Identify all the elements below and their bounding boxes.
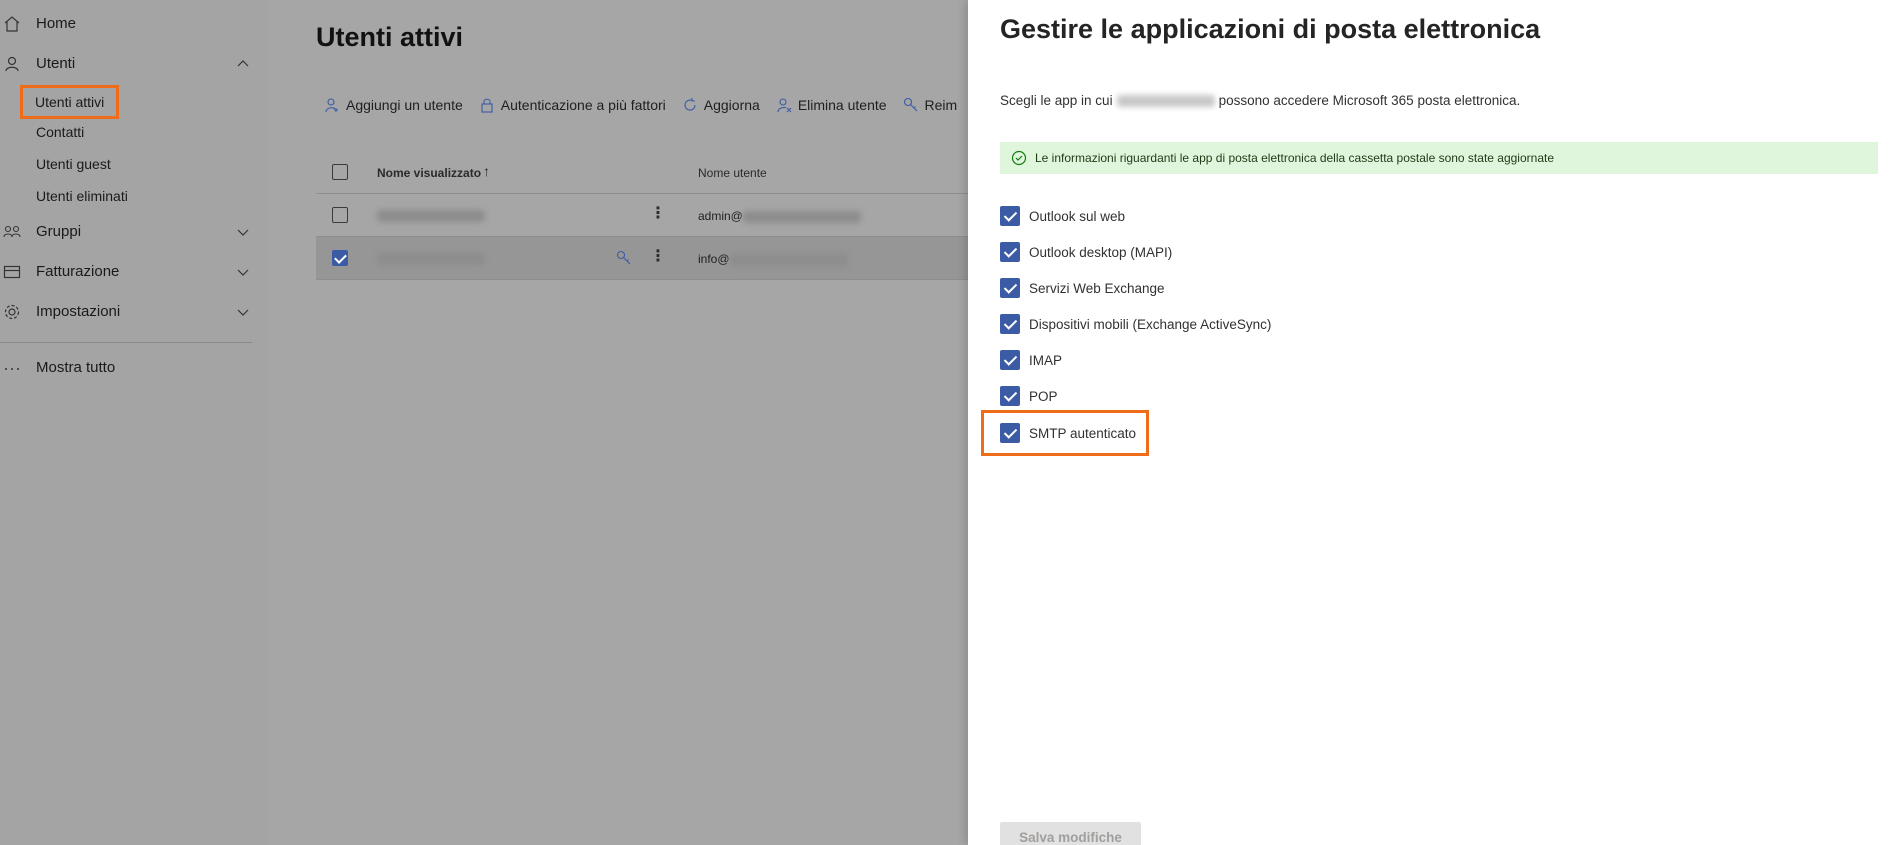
- checkbox-checked[interactable]: [1000, 278, 1020, 298]
- home-icon: [4, 16, 20, 32]
- users-table: Nome visualizzato ↑ Nome utente ⋮ admin@…: [316, 150, 968, 280]
- sidebar-item-mostra-tutto[interactable]: Mostra tutto: [0, 350, 268, 386]
- panel-description: Scegli le app in cui possono accedere Mic…: [1000, 93, 1521, 108]
- checkbox-checked[interactable]: [1000, 314, 1020, 334]
- sidebar-item-label: Home: [36, 15, 77, 32]
- username-cell: info@: [698, 252, 848, 266]
- sidebar-item-label: Fatturazione: [36, 263, 120, 280]
- option-imap[interactable]: IMAP: [1000, 349, 1062, 371]
- table-header: Nome visualizzato ↑ Nome utente: [316, 150, 968, 194]
- key-icon: [903, 97, 917, 112]
- checkbox-checked[interactable]: [1000, 423, 1020, 443]
- sidebar-item-fatturazione[interactable]: Fatturazione: [0, 254, 268, 290]
- gear-icon: [4, 304, 20, 320]
- sidebar-item-gruppi[interactable]: Gruppi: [0, 214, 268, 250]
- sidebar-item-label: Gruppi: [36, 223, 82, 240]
- group-icon: [3, 225, 21, 238]
- more-icon: [5, 368, 19, 370]
- page-title: Utenti attivi: [316, 22, 464, 52]
- save-changes-button[interactable]: Salva modifiche: [1000, 822, 1141, 845]
- mfa-button[interactable]: Autenticazione a più fattori: [479, 94, 666, 116]
- add-user-button[interactable]: Aggiungi un utente: [324, 94, 463, 116]
- display-name-redacted: [377, 253, 485, 265]
- success-banner: Le informazioni riguardanti le app di po…: [1000, 142, 1878, 174]
- lock-icon: [481, 98, 493, 113]
- sidebar: Home Utenti Utenti attivi Contatti Utent…: [0, 0, 268, 845]
- row-checkbox[interactable]: [332, 207, 348, 223]
- email-apps-panel: Gestire le applicazioni di posta elettro…: [968, 0, 1903, 845]
- option-ews[interactable]: Servizi Web Exchange: [1000, 277, 1165, 299]
- card-icon: [3, 265, 21, 279]
- remove-person-icon: [777, 98, 792, 113]
- display-name-redacted: [377, 210, 485, 222]
- sidebar-item-home[interactable]: Home: [0, 6, 268, 42]
- username-cell: admin@: [698, 209, 861, 223]
- option-activesync[interactable]: Dispositivi mobili (Exchange ActiveSync): [1000, 313, 1271, 335]
- sidebar-subitem-utenti-guest[interactable]: Utenti guest: [36, 156, 111, 172]
- checkbox-checked[interactable]: [1000, 350, 1020, 370]
- table-row[interactable]: ⋮ info@: [316, 237, 968, 280]
- refresh-button[interactable]: Aggiorna: [682, 94, 760, 116]
- sidebar-item-utenti[interactable]: Utenti: [0, 46, 268, 82]
- sidebar-item-label: Utenti: [36, 55, 76, 72]
- checkbox-checked[interactable]: [1000, 206, 1020, 226]
- checkbox-checked[interactable]: [1000, 242, 1020, 262]
- refresh-icon: [684, 98, 696, 111]
- redacted-user: [1116, 95, 1215, 108]
- chevron-down-icon[interactable]: [236, 305, 250, 319]
- delete-user-button[interactable]: Elimina utente: [776, 94, 887, 116]
- chevron-down-icon[interactable]: [236, 225, 250, 239]
- column-username[interactable]: Nome utente: [698, 166, 767, 180]
- person-icon: [5, 56, 19, 72]
- sidebar-subitem-contatti[interactable]: Contatti: [36, 124, 84, 140]
- sidebar-item-impostazioni[interactable]: Impostazioni: [0, 294, 268, 330]
- table-row[interactable]: ⋮ admin@: [316, 194, 968, 237]
- sort-ascending-icon: ↑: [483, 163, 490, 179]
- more-actions-icon[interactable]: ⋮: [650, 249, 666, 265]
- chevron-up-icon[interactable]: [236, 57, 250, 71]
- row-checkbox[interactable]: [332, 250, 348, 266]
- reset-password-button[interactable]: Reim: [903, 94, 957, 116]
- select-all-checkbox[interactable]: [332, 164, 348, 180]
- more-actions-icon[interactable]: ⋮: [650, 206, 666, 222]
- chevron-down-icon[interactable]: [236, 265, 250, 279]
- add-person-icon: [325, 98, 338, 113]
- option-outlook-desktop[interactable]: Outlook desktop (MAPI): [1000, 241, 1172, 263]
- column-display-name[interactable]: Nome visualizzato: [377, 166, 481, 180]
- sidebar-item-label: Mostra tutto: [36, 359, 116, 376]
- sidebar-divider: [0, 342, 252, 343]
- checkbox-checked[interactable]: [1000, 386, 1020, 406]
- option-outlook-web[interactable]: Outlook sul web: [1000, 205, 1125, 227]
- main-content: Utenti attivi Aggiungi un utente Autenti…: [268, 0, 968, 845]
- command-bar: Aggiungi un utente Autenticazione a più …: [324, 94, 957, 116]
- check-circle-icon: [1011, 150, 1027, 166]
- key-icon[interactable]: [616, 250, 632, 266]
- sidebar-subitem-utenti-attivi[interactable]: Utenti attivi: [19, 85, 120, 119]
- option-smtp-auth[interactable]: SMTP autenticato: [980, 410, 1150, 456]
- panel-title: Gestire le applicazioni di posta elettro…: [1000, 14, 1541, 44]
- sidebar-subitem-utenti-eliminati[interactable]: Utenti eliminati: [36, 188, 128, 204]
- option-pop[interactable]: POP: [1000, 385, 1058, 407]
- sidebar-item-label: Impostazioni: [36, 303, 121, 320]
